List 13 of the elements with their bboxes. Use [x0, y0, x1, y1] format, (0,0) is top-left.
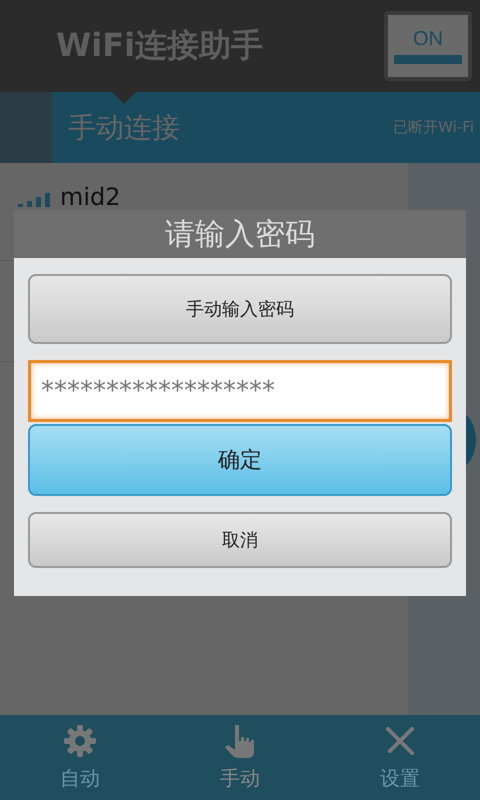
signal-icon — [18, 193, 52, 207]
dialog-title: 请输入密码 — [165, 216, 315, 254]
section-title: 手动连接 — [68, 110, 180, 146]
gear-icon — [62, 723, 98, 759]
manual-entry-button[interactable]: 手动输入密码 — [28, 274, 452, 344]
confirm-button[interactable]: 确定 — [28, 424, 452, 496]
nav-tab[interactable]: 设置 — [320, 715, 480, 800]
nav-tab[interactable]: 手动 — [160, 715, 320, 800]
nav-tab[interactable]: 自动 — [0, 715, 160, 800]
network-name: mid2 — [60, 183, 121, 211]
cancel-button[interactable]: 取消 — [28, 512, 452, 568]
password-field[interactable]: ****************** — [28, 360, 452, 422]
connection-status: 已断开Wi-Fi — [393, 118, 474, 137]
